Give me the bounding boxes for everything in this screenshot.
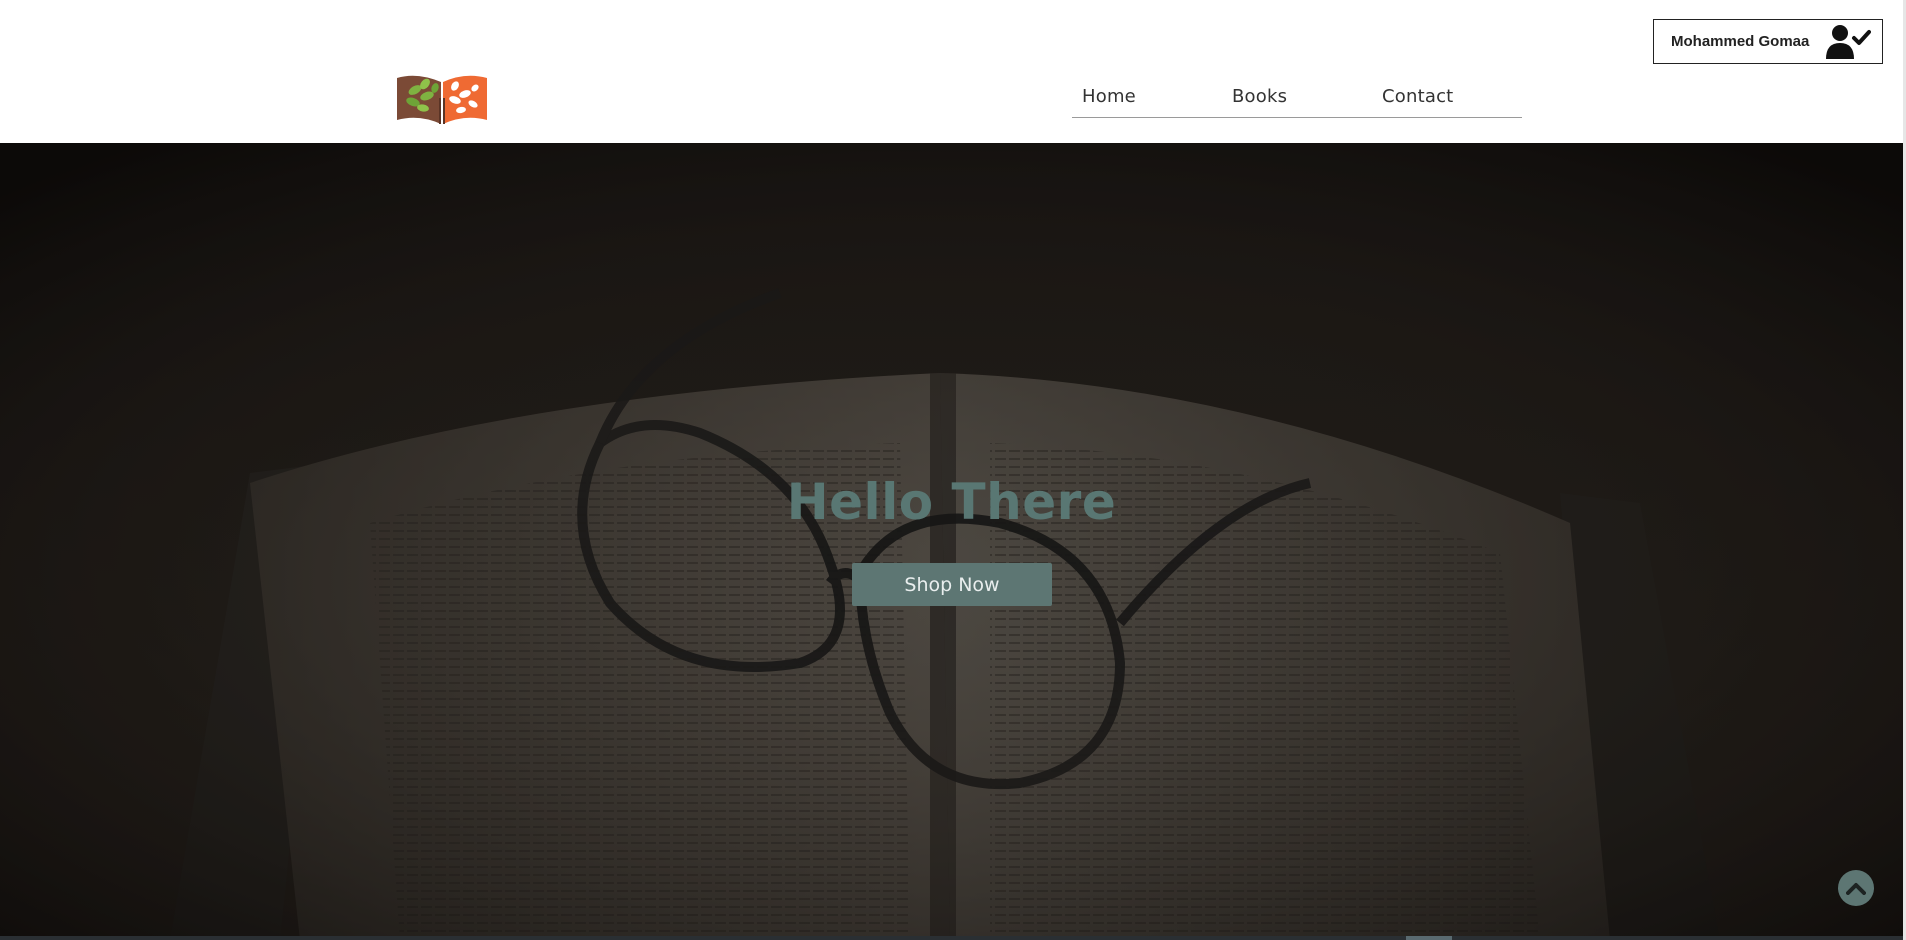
nav-books-link[interactable]: Books [1232, 86, 1287, 107]
scroll-top-button[interactable] [1838, 870, 1874, 906]
page-bottom-edge [0, 936, 1903, 940]
hero-title: Hello There [786, 473, 1117, 531]
open-book-tree-logo [397, 75, 487, 124]
hero-section: Hello There Shop Now [0, 143, 1903, 940]
user-name: Mohammed Gomaa [1671, 33, 1810, 50]
user-check-icon [1826, 25, 1871, 59]
nav-contact-link[interactable]: Contact [1382, 86, 1453, 107]
page-bottom-marker [1406, 936, 1452, 940]
shop-now-button[interactable]: Shop Now [852, 563, 1052, 606]
logo[interactable] [395, 68, 489, 126]
site-header: Home Books Contact Mohammed Gomaa [0, 0, 1906, 143]
user-account-button[interactable]: Mohammed Gomaa [1653, 19, 1883, 64]
nav-home-link[interactable]: Home [1082, 86, 1136, 107]
hero-background-image [0, 143, 1903, 940]
main-nav: Home Books Contact [1072, 80, 1522, 118]
chevron-up-icon [1846, 883, 1866, 895]
